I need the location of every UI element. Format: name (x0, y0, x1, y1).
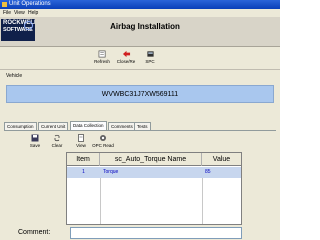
comment-input[interactable] (70, 227, 242, 239)
view-icon (78, 134, 84, 142)
grid-header: Item sc_Auto_Torque Name Value (67, 153, 241, 166)
header-banner: ROCKWELL SOFTWARE Airbag Installation (0, 17, 280, 50)
app-icon (2, 2, 7, 7)
data-collection-panel: Save Clear View OPC Read Item sc_Auto_To… (4, 130, 276, 240)
save-label: Save (29, 143, 41, 148)
opc-read-button[interactable]: OPC Read (92, 134, 114, 152)
vehicle-label: Vehicle (6, 73, 23, 79)
menu-view[interactable]: View (14, 9, 25, 17)
tab-comments[interactable]: Comments (108, 122, 136, 130)
column-divider (202, 178, 203, 224)
menu-help[interactable]: Help (28, 9, 38, 17)
tab-tests[interactable]: Tests (134, 122, 151, 130)
tab-current-unit[interactable]: Current Unit (38, 122, 69, 130)
cell-value[interactable]: 85 (205, 167, 239, 178)
close-reopen-label: Close/Re (116, 59, 136, 64)
data-grid: Item sc_Auto_Torque Name Value 1 Torque … (66, 152, 242, 225)
vin-value: WVWBC31J7XW569111 (101, 91, 179, 98)
spc-button[interactable]: SPC (137, 50, 163, 68)
view-label: View (76, 143, 86, 148)
save-button[interactable]: Save (24, 134, 46, 152)
opc-read-icon (100, 135, 106, 141)
close-reopen-button[interactable]: Close/Re (113, 50, 139, 68)
refresh-icon (98, 50, 106, 58)
tab-consumption[interactable]: Consumption (4, 122, 37, 130)
tab-data-collection[interactable]: Data Collection (70, 121, 107, 130)
comment-label: Comment: (18, 229, 51, 236)
tab-strip: Consumption Current Unit Data Collection… (4, 121, 276, 130)
close-icon (122, 50, 130, 58)
clear-label: Clear (51, 143, 63, 148)
logo-mark-icon (24, 21, 33, 30)
column-header-item[interactable]: Item (67, 153, 100, 166)
table-row[interactable]: 1 Torque 85 (67, 167, 241, 178)
refresh-button[interactable]: Refresh (89, 50, 115, 68)
cell-name: Torque (103, 169, 119, 175)
window-title: Unit Operations (9, 1, 51, 7)
menu-bar: File View Help (0, 9, 280, 17)
opc-read-label: OPC Read (92, 143, 114, 148)
column-header-name[interactable]: sc_Auto_Torque Name (100, 153, 202, 166)
unit-operations-window: Unit Operations File View Help ROCKWELL … (0, 0, 280, 240)
title-bar[interactable]: Unit Operations (0, 0, 280, 9)
page-title: Airbag Installation (110, 22, 180, 31)
clear-button[interactable]: Clear (46, 134, 68, 152)
vin-display: WVWBC31J7XW569111 (6, 85, 274, 103)
spc-icon (146, 51, 154, 57)
cell-item: 1 (82, 169, 85, 175)
vehicle-panel: Vehicle WVWBC31J7XW569111 (2, 72, 278, 116)
save-icon (31, 134, 39, 142)
refresh-label: Refresh (94, 59, 110, 64)
column-divider (100, 178, 101, 224)
menu-file[interactable]: File (3, 9, 11, 17)
view-button[interactable]: View (70, 134, 92, 152)
column-header-value[interactable]: Value (202, 153, 241, 166)
toolbar: Refresh Close/Re SPC (0, 48, 280, 70)
clear-icon (54, 134, 60, 142)
spc-label: SPC (145, 59, 155, 64)
